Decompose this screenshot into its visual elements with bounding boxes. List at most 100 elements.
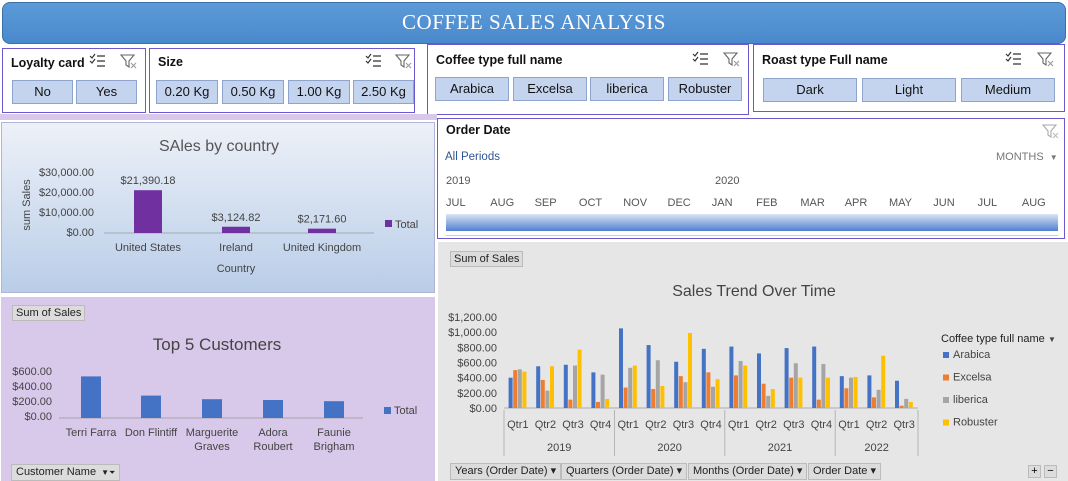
trend-bar-arabica[interactable]	[619, 328, 623, 408]
month-label[interactable]: JUL	[446, 197, 466, 209]
trend-bar-excelsa[interactable]	[844, 388, 849, 408]
timeline-scrollbar[interactable]	[446, 235, 1058, 238]
trend-bar-robuster[interactable]	[522, 371, 527, 408]
slicer-button-dark[interactable]: Dark	[763, 78, 857, 102]
trend-bar-liberica[interactable]	[683, 382, 688, 408]
trend-bar-robuster[interactable]	[770, 389, 775, 408]
trend-bar-liberica[interactable]	[573, 365, 577, 408]
trend-bar-excelsa[interactable]	[540, 379, 545, 408]
month-label[interactable]: NOV	[623, 197, 647, 209]
multi-select-icon[interactable]	[88, 52, 106, 70]
month-label[interactable]: JAN	[712, 197, 733, 209]
trend-bar-robuster[interactable]	[881, 355, 886, 408]
slicer-button-yes[interactable]: Yes	[76, 80, 137, 104]
trend-bar-arabica[interactable]	[646, 345, 651, 408]
month-label[interactable]: FEB	[756, 197, 777, 209]
trend-bar-arabica[interactable]	[729, 346, 734, 408]
clear-filter-icon[interactable]	[1036, 50, 1054, 68]
collapse-field-button[interactable]: −	[1044, 465, 1057, 478]
slicer-button-2-50kg[interactable]: 2.50 Kg	[353, 80, 414, 104]
trend-bar-liberica[interactable]	[766, 395, 771, 408]
expand-field-button[interactable]: +	[1028, 465, 1041, 478]
multi-select-icon[interactable]	[1004, 50, 1022, 68]
trend-bar-liberica[interactable]	[655, 360, 660, 408]
field-button[interactable]: Order Date ▾	[808, 463, 881, 480]
trend-bar-robuster[interactable]	[908, 401, 913, 408]
month-label[interactable]: SEP	[535, 197, 557, 209]
trend-bar-excelsa[interactable]	[899, 405, 904, 408]
slicer-button-arabica[interactable]: Arabica	[435, 77, 509, 101]
legend-title-dropdown[interactable]	[938, 330, 1060, 347]
trend-bar-arabica[interactable]	[536, 366, 541, 408]
customer-name-field-button[interactable]: Customer Name ▼⏷	[11, 464, 121, 481]
multi-select-icon[interactable]	[364, 52, 382, 70]
trend-bar-robuster[interactable]	[605, 398, 610, 408]
trend-bar-robuster[interactable]	[632, 365, 637, 408]
trend-bar-liberica[interactable]	[849, 377, 853, 408]
trend-bar-arabica[interactable]	[563, 364, 568, 408]
trend-bar-arabica[interactable]	[895, 380, 899, 408]
trend-bar-excelsa[interactable]	[513, 370, 518, 408]
trend-bar-arabica[interactable]	[784, 348, 789, 408]
trend-bar-liberica[interactable]	[738, 360, 743, 408]
month-label[interactable]: MAR	[800, 197, 824, 209]
trend-bar-arabica[interactable]	[591, 372, 596, 408]
trend-bar-robuster[interactable]	[688, 332, 692, 408]
multi-select-icon[interactable]	[691, 50, 709, 68]
trend-bar-liberica[interactable]	[876, 389, 881, 408]
customer-bar[interactable]	[141, 395, 161, 418]
trend-bar-excelsa[interactable]	[734, 375, 738, 408]
slicer-button-0-20kg[interactable]: 0.20 Kg	[156, 80, 218, 104]
field-button[interactable]: Quarters (Order Date) ▾	[561, 463, 688, 480]
slicer-button-excelsa[interactable]: Excelsa	[513, 77, 587, 101]
customer-bar[interactable]	[324, 401, 344, 418]
trend-bar-arabica[interactable]	[867, 375, 872, 408]
clear-filter-icon[interactable]	[119, 52, 137, 70]
timeline-bar[interactable]	[446, 214, 1058, 231]
trend-bar-liberica[interactable]	[711, 386, 715, 408]
trend-bar-arabica[interactable]	[757, 353, 761, 408]
trend-bar-excelsa[interactable]	[651, 389, 656, 408]
clear-filter-icon[interactable]	[394, 52, 412, 70]
slicer-button-liberica[interactable]: liberica	[590, 77, 664, 101]
country-bar[interactable]	[222, 226, 250, 233]
trend-bar-excelsa[interactable]	[623, 387, 628, 408]
trend-bar-arabica[interactable]	[812, 346, 817, 408]
trend-bar-excelsa[interactable]	[789, 377, 794, 408]
trend-bar-robuster[interactable]	[550, 366, 554, 408]
slicer-button-medium[interactable]: Medium	[961, 78, 1055, 102]
month-label[interactable]: AUG	[1022, 197, 1046, 209]
trend-bar-robuster[interactable]	[743, 365, 748, 408]
trend-bar-robuster[interactable]	[798, 377, 803, 408]
trend-bar-liberica[interactable]	[545, 390, 550, 408]
trend-bar-excelsa[interactable]	[678, 376, 683, 408]
trend-bar-robuster[interactable]	[660, 386, 665, 408]
month-label[interactable]: JUN	[933, 197, 954, 209]
trend-bar-robuster[interactable]	[826, 377, 830, 408]
month-label[interactable]: AUG	[490, 197, 514, 209]
customer-bar[interactable]	[263, 400, 283, 418]
slicer-button-robuster[interactable]: Robuster	[668, 77, 742, 101]
field-button[interactable]: Months (Order Date) ▾	[688, 463, 808, 480]
month-label[interactable]: DEC	[668, 197, 691, 209]
country-bar[interactable]	[308, 228, 336, 233]
trend-bar-excelsa[interactable]	[596, 401, 600, 408]
trend-bar-liberica[interactable]	[517, 369, 522, 408]
slicer-button-1-00kg[interactable]: 1.00 Kg	[288, 80, 350, 104]
trend-bar-excelsa[interactable]	[872, 397, 876, 408]
slicer-button-0-50kg[interactable]: 0.50 Kg	[222, 80, 284, 104]
trend-bar-liberica[interactable]	[628, 367, 633, 408]
trend-bar-excelsa[interactable]	[568, 399, 573, 408]
trend-bar-robuster[interactable]	[715, 379, 720, 408]
trend-bar-excelsa[interactable]	[761, 383, 766, 408]
slicer-button-no[interactable]: No	[12, 80, 73, 104]
trend-bar-excelsa[interactable]	[706, 372, 711, 408]
trend-bar-liberica[interactable]	[793, 363, 798, 408]
trend-bar-arabica[interactable]	[674, 361, 679, 408]
trend-bar-robuster[interactable]	[853, 376, 858, 408]
trend-bar-liberica[interactable]	[600, 374, 605, 408]
trend-bar-arabica[interactable]	[839, 376, 844, 408]
trend-bar-liberica[interactable]	[821, 364, 826, 408]
trend-bar-arabica[interactable]	[508, 377, 513, 408]
slicer-button-light[interactable]: Light	[862, 78, 956, 102]
